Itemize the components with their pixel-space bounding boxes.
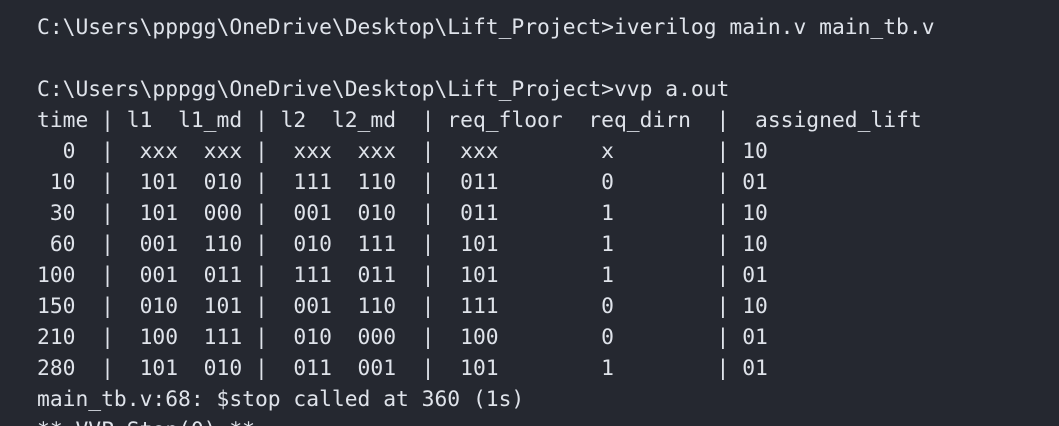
table-row: 30 | 101 000 | 001 010 | 011 1 | 10 bbox=[37, 201, 768, 226]
vvp-stop-message: ** VVP Stop(0) ** bbox=[37, 415, 935, 426]
table-row: 280 | 101 010 | 011 001 | 101 1 | 01 bbox=[37, 356, 768, 381]
stop-message: main_tb.v:68: $stop called at 360 (1s) bbox=[37, 387, 525, 412]
table-header: time | l1 l1_md | l2 l2_md | req_floor r… bbox=[37, 108, 922, 133]
table-row: 0 | xxx xxx | xxx xxx | xxx x | 10 bbox=[37, 139, 768, 164]
terminal-output: C:\Users\pppgg\OneDrive\Desktop\Lift_Pro… bbox=[37, 12, 935, 426]
command-line-vvp: C:\Users\pppgg\OneDrive\Desktop\Lift_Pro… bbox=[37, 77, 730, 102]
command-line-iverilog: C:\Users\pppgg\OneDrive\Desktop\Lift_Pro… bbox=[37, 15, 935, 40]
terminal-window[interactable]: C:\Users\pppgg\OneDrive\Desktop\Lift_Pro… bbox=[0, 0, 1059, 426]
table-row: 100 | 001 011 | 111 011 | 101 1 | 01 bbox=[37, 263, 768, 288]
table-row: 10 | 101 010 | 111 110 | 011 0 | 01 bbox=[37, 170, 768, 195]
table-row: 210 | 100 111 | 010 000 | 100 0 | 01 bbox=[37, 325, 768, 350]
table-row: 150 | 010 101 | 001 110 | 111 0 | 10 bbox=[37, 294, 768, 319]
table-row: 60 | 001 110 | 010 111 | 101 1 | 10 bbox=[37, 232, 768, 257]
